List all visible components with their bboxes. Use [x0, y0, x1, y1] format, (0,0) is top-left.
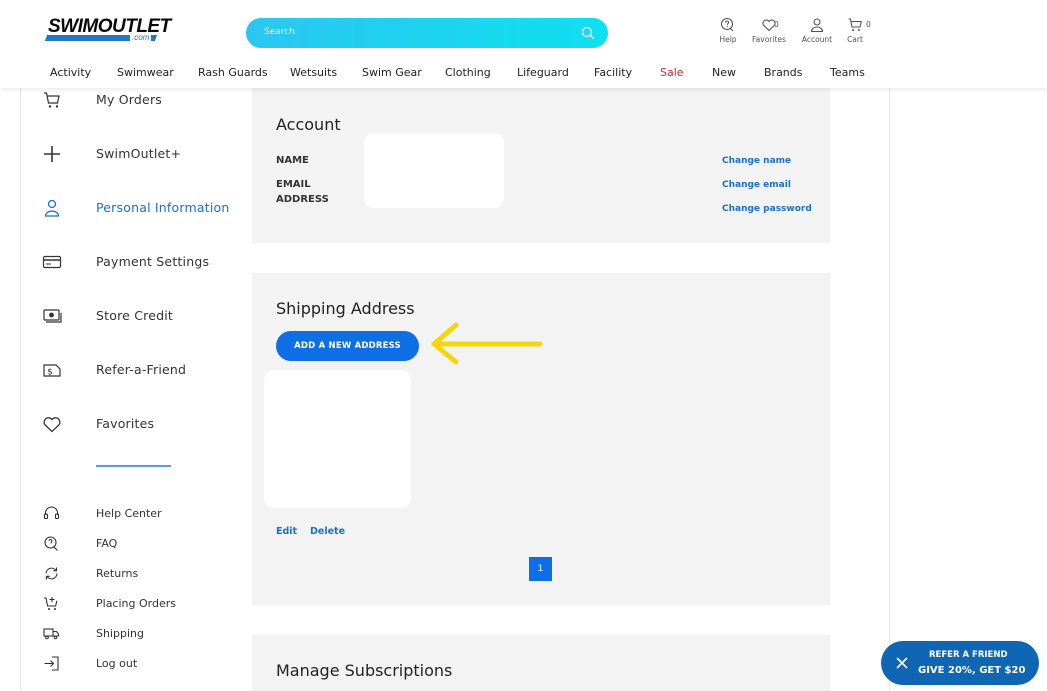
favorites-link[interactable]: Favorites [752, 17, 786, 44]
search-icon[interactable] [580, 25, 596, 41]
help-link[interactable]: Help [716, 17, 740, 44]
change-password-link[interactable]: Change password [722, 204, 812, 214]
content-border [889, 88, 890, 691]
subscriptions-card: Manage Subscriptions [252, 635, 830, 691]
sidebar-item-store-credit[interactable]: Store Credit [40, 302, 240, 332]
nav-activity[interactable]: Activity [50, 66, 91, 79]
sidebar-item-label: Favorites [96, 416, 155, 431]
cart-label: Cart [847, 35, 863, 44]
plus-icon [44, 146, 60, 162]
nav-wetsuits[interactable]: Wetsuits [290, 66, 337, 79]
help-item-label: Log out [96, 657, 138, 670]
sidebar-item-refer-a-friend[interactable]: $ Refer-a-Friend [40, 356, 240, 386]
favorites-count: 0 [774, 20, 779, 29]
money-icon [43, 309, 62, 323]
sidebar-item-personal-information[interactable]: Personal Information [40, 194, 240, 224]
help-item-faq[interactable]: FAQ [40, 533, 240, 555]
pagination-page-1[interactable]: 1 [529, 557, 552, 581]
nav-new[interactable]: New [712, 66, 736, 79]
sidebar-item-label: SwimOutlet+ [96, 146, 182, 161]
account-title: Account [276, 115, 341, 134]
account-icon [810, 18, 824, 33]
sidebar-item-my-orders[interactable]: My Orders [40, 86, 240, 116]
change-email-link[interactable]: Change email [722, 180, 791, 190]
nav-clothing[interactable]: Clothing [445, 66, 491, 79]
sidebar-item-label: Payment Settings [96, 254, 210, 269]
help-item-label: FAQ [96, 537, 118, 550]
sidebar-divider [96, 465, 171, 467]
credit-card-icon [42, 255, 62, 269]
redacted-account-details [364, 133, 504, 208]
name-label: NAME [276, 155, 309, 166]
nav-swim-gear[interactable]: Swim Gear [362, 66, 422, 79]
edit-address-link[interactable]: Edit [276, 526, 297, 537]
refer-friend-banner[interactable]: REFER A FRIEND GIVE 20%, GET $20 [881, 641, 1039, 685]
nav-sale[interactable]: Sale [660, 66, 684, 79]
account-link[interactable]: Account [800, 17, 834, 44]
search-placeholder: Search [264, 27, 295, 37]
help-item-log-out[interactable]: Log out [40, 653, 240, 675]
swimoutlet-logo[interactable]: SWIMOUTLET .com [44, 16, 171, 44]
faq-icon [44, 536, 58, 551]
help-item-label: Returns [96, 567, 139, 580]
help-item-label: Help Center [96, 507, 162, 520]
refer-banner-line1: REFER A FRIEND [929, 650, 1008, 660]
sidebar-item-label: Personal Information [96, 200, 230, 215]
sidebar-item-swimoutlet-plus[interactable]: SwimOutlet+ [40, 140, 240, 170]
help-item-shipping[interactable]: Shipping [40, 623, 240, 645]
cart-plus-icon [44, 597, 58, 610]
sidebar-item-label: Store Credit [96, 308, 174, 323]
help-item-returns[interactable]: Returns [40, 563, 240, 585]
search-input[interactable]: Search [246, 18, 608, 48]
nav-facility[interactable]: Facility [594, 66, 632, 79]
account-card: Account NAME EMAIL ADDRESS Change name C… [252, 88, 830, 243]
sidebar-item-payment-settings[interactable]: Payment Settings [40, 248, 240, 278]
help-label: Help [719, 35, 737, 44]
sidebar-item-label: Refer-a-Friend [96, 362, 187, 377]
help-item-help-center[interactable]: Help Center [40, 503, 240, 525]
cart-count: 0 [866, 20, 871, 29]
main-nav: Activity Swimwear Rash Guards Wetsuits S… [0, 62, 1047, 82]
svg-text:$: $ [47, 368, 53, 378]
refresh-icon [45, 567, 58, 580]
headset-icon [43, 506, 60, 520]
logout-icon [44, 656, 59, 671]
help-item-label: Placing Orders [96, 597, 176, 610]
cart-link[interactable]: Cart [844, 17, 866, 44]
redacted-address-card [264, 370, 411, 508]
dollar-doc-icon: $ [43, 364, 61, 378]
shipping-title: Shipping Address [276, 299, 415, 318]
sidebar-border [20, 88, 21, 691]
favorites-label: Favorites [752, 35, 786, 44]
nav-teams[interactable]: Teams [830, 66, 865, 79]
sidebar-item-favorites[interactable]: Favorites [40, 410, 240, 440]
help-item-placing-orders[interactable]: Placing Orders [40, 593, 240, 615]
nav-swimwear[interactable]: Swimwear [117, 66, 174, 79]
subscriptions-title: Manage Subscriptions [276, 661, 453, 680]
nav-rash-guards[interactable]: Rash Guards [198, 66, 268, 79]
email-label-line1: EMAIL [276, 179, 311, 190]
add-new-address-button[interactable]: ADD A NEW ADDRESS [276, 331, 419, 361]
close-icon[interactable] [895, 656, 909, 670]
nav-brands[interactable]: Brands [764, 66, 803, 79]
nav-lifeguard[interactable]: Lifeguard [517, 66, 569, 79]
person-icon [44, 199, 60, 217]
help-item-label: Shipping [96, 627, 144, 640]
change-name-link[interactable]: Change name [722, 156, 791, 166]
refer-banner-line2: GIVE 20%, GET $20 [918, 665, 1026, 676]
help-icon [720, 17, 734, 32]
email-label-line2: ADDRESS [276, 194, 329, 205]
cart-icon [44, 92, 60, 108]
logo-text: SWIMOUTLET [48, 16, 171, 37]
site-header: SWIMOUTLET .com Search Help Favorites 0 … [0, 0, 1047, 88]
logo-sub: .com [130, 33, 152, 42]
yellow-arrow-annotation [431, 322, 543, 365]
cart-icon [848, 18, 862, 31]
sidebar-item-label: My Orders [96, 92, 162, 107]
delete-address-link[interactable]: Delete [310, 526, 345, 537]
truck-icon [43, 628, 60, 640]
account-label: Account [801, 35, 833, 44]
heart-icon [43, 417, 61, 433]
